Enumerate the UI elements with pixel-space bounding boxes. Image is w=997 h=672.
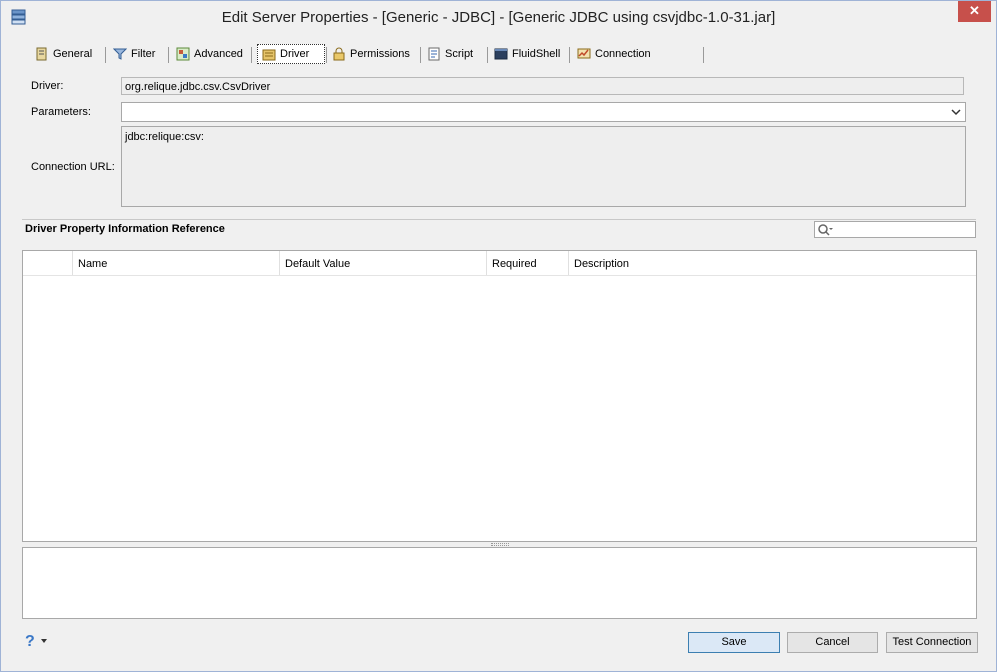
- tab-filter[interactable]: Filter: [109, 44, 155, 64]
- tab-separator: [487, 47, 488, 63]
- tab-connection-monitor[interactable]: Connection Monitor: [573, 44, 651, 80]
- tab-separator: [105, 47, 106, 63]
- tab-label: Script: [445, 48, 474, 60]
- tab-permissions[interactable]: Permissions: [328, 44, 410, 64]
- splitter-handle[interactable]: [491, 543, 509, 546]
- driver-icon: [262, 49, 276, 61]
- cancel-button[interactable]: Cancel: [787, 632, 878, 653]
- tab-label: FluidShell: [512, 48, 561, 60]
- tab-label: Advanced: [194, 48, 243, 60]
- column-header-select[interactable]: [23, 251, 73, 275]
- section-divider: [22, 219, 976, 220]
- close-button[interactable]: ✕: [958, 1, 991, 22]
- column-header-required[interactable]: Required: [486, 251, 569, 275]
- help-icon[interactable]: ?: [25, 633, 35, 651]
- parameters-combo[interactable]: [121, 102, 966, 122]
- fluidshell-icon: [494, 48, 508, 60]
- description-area: [22, 547, 977, 619]
- connection-url-field[interactable]: jdbc:relique:csv:: [121, 126, 966, 207]
- tab-fluidshell[interactable]: FluidShell: [490, 44, 560, 64]
- help-dropdown-arrow-icon[interactable]: [41, 639, 47, 643]
- script-icon: [428, 47, 440, 61]
- table-header: Name Default Value Required Description: [23, 251, 976, 276]
- tab-separator: [168, 47, 169, 63]
- parameters-label: Parameters:: [31, 106, 91, 118]
- chevron-down-icon[interactable]: [950, 106, 962, 118]
- save-button[interactable]: Save: [688, 632, 780, 653]
- tab-label: Filter: [131, 48, 156, 60]
- driver-label: Driver:: [31, 80, 64, 92]
- title-bar[interactable]: Edit Server Properties - [Generic - JDBC…: [1, 1, 996, 33]
- tab-driver[interactable]: Driver: [257, 44, 325, 64]
- search-icon: [818, 224, 833, 236]
- tab-label: General: [53, 48, 93, 60]
- search-input[interactable]: [814, 221, 976, 238]
- edit-server-properties-dialog: Edit Server Properties - [Generic - JDBC…: [0, 0, 997, 672]
- tab-advanced[interactable]: Advanced: [172, 44, 243, 64]
- connection-monitor-icon: [577, 48, 591, 59]
- general-icon: [36, 47, 47, 61]
- test-connection-button[interactable]: Test Connection: [886, 632, 978, 653]
- driver-panel: Driver: org.relique.jdbc.csv.CsvDriver P…: [22, 68, 976, 218]
- window-title: Edit Server Properties - [Generic - JDBC…: [221, 9, 776, 26]
- column-header-default-value[interactable]: Default Value: [279, 251, 487, 275]
- tab-general[interactable]: General: [31, 44, 92, 64]
- tab-separator: [420, 47, 421, 63]
- tab-separator: [251, 47, 252, 63]
- filter-icon: [113, 48, 127, 60]
- driver-field[interactable]: org.relique.jdbc.csv.CsvDriver: [121, 77, 964, 95]
- tab-separator: [703, 47, 704, 63]
- tab-label: Driver: [280, 48, 310, 60]
- tab-separator: [569, 47, 570, 63]
- connection-url-label: Connection URL:: [31, 161, 115, 173]
- column-header-name[interactable]: Name: [72, 251, 280, 275]
- reference-title: Driver Property Information Reference: [25, 223, 225, 235]
- tab-label: Permissions: [350, 48, 410, 60]
- permissions-icon: [333, 47, 345, 61]
- property-table[interactable]: Name Default Value Required Description: [22, 250, 977, 542]
- tab-separator: [326, 47, 327, 63]
- tab-script[interactable]: Script: [423, 44, 473, 64]
- column-header-description[interactable]: Description: [568, 251, 976, 275]
- advanced-icon: [176, 47, 190, 61]
